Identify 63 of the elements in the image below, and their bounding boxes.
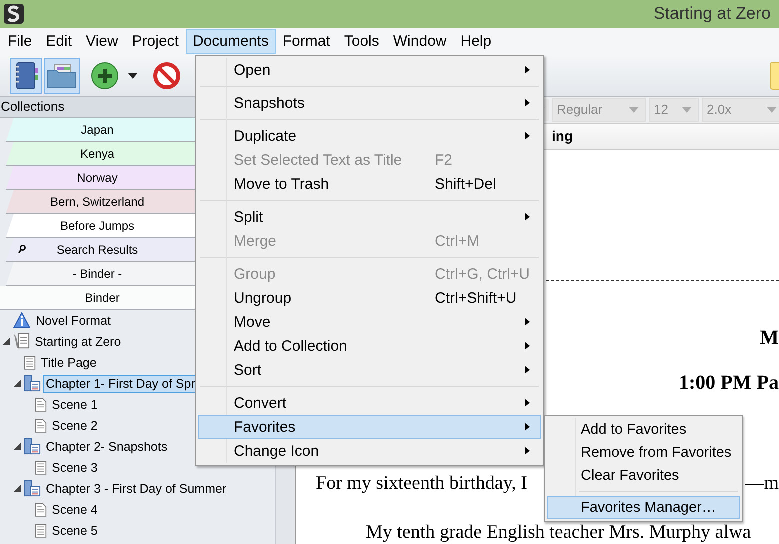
info-icon [13,312,31,329]
menu-bar-item[interactable]: Project [125,29,186,54]
menu-item[interactable]: Move [198,310,541,334]
expand-arrow-icon[interactable] [3,338,10,345]
search-icon [18,245,26,254]
text-document-icon [35,396,47,412]
menu-bar-item[interactable]: Format [276,29,338,54]
notebook-icon [13,62,39,90]
plus-icon [91,62,119,90]
binder-item[interactable]: Starting at Zero [32,332,124,350]
caret-icon [128,72,138,78]
menu-bar-item[interactable]: Tools [337,29,386,54]
menu-bar-item[interactable]: Documents [186,29,276,54]
binder-item[interactable]: Scene 4 [49,500,101,518]
document-stack-icon [13,333,30,350]
text-document-icon [35,502,47,518]
heading-text: M [760,327,779,350]
binder-item[interactable]: Chapter 2- Snapshots [43,438,171,456]
expand-arrow-icon[interactable] [14,485,21,492]
window-title: Starting at Zero [654,4,771,24]
menu-item[interactable]: Remove from Favorites [547,441,740,464]
paragraph-text: My tenth grade English teacher Mrs. Murphy alwa [366,522,752,543]
folder-document-icon [24,375,41,392]
menu-item[interactable]: Favorites Manager… [547,496,740,519]
expand-arrow-icon[interactable] [14,380,21,387]
expand-arrow-icon[interactable] [14,443,21,450]
paragraph-text: For my sixteenth birthday, I [316,473,528,495]
folder-icon [47,62,77,88]
binder-item[interactable]: Chapter 3 - First Day of Summer [43,480,230,498]
document-icon [35,460,47,476]
menu-item[interactable]: Clear Favorites [547,464,740,487]
caret-icon [767,106,777,113]
binder-item[interactable]: Scene 1 [49,396,101,414]
prohibited-icon [153,62,181,90]
menu-bar-item[interactable]: View [79,29,126,54]
menu-bar-item[interactable]: Help [454,29,499,54]
binder-item[interactable]: Title Page [38,354,100,372]
menu-item[interactable]: Convert [198,391,541,415]
collections-button[interactable] [44,58,80,94]
menu-bar-item[interactable]: File [1,29,40,54]
folder-document-icon [24,480,41,497]
document-icon [24,354,36,370]
paragraph-text: —m [745,473,779,495]
binder-button[interactable] [10,58,42,94]
binder-item[interactable]: Scene 5 [49,522,101,540]
menu-item[interactable]: Add to Favorites [547,418,740,441]
app-logo-icon [4,4,24,24]
binder-item[interactable]: Scene 3 [49,458,101,476]
menu-item[interactable]: Add to Collection [198,334,541,358]
document-icon [35,522,47,538]
heading-text: 1:00 PM Pa [679,372,779,395]
folder-document-icon [24,438,41,455]
text-document-icon [35,418,47,434]
binder-item[interactable]: Novel Format [33,312,114,330]
caret-icon [629,106,639,113]
binder-item[interactable]: Scene 2 [49,416,101,434]
menu-item[interactable]: Favorites [198,415,541,439]
menu-item[interactable]: Sort [198,358,541,382]
menu-bar-item[interactable]: Edit [39,29,80,54]
caret-icon [682,106,692,113]
document-header: ing [552,128,573,144]
menu-bar-item[interactable]: Window [386,29,454,54]
menu-item[interactable]: Change Icon [198,439,541,463]
